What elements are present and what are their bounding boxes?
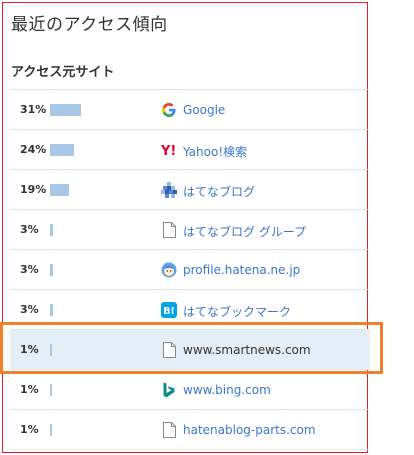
table-row: 3% profile.hatena.ne.jp — [10, 250, 370, 290]
percent-label: 24% — [20, 143, 47, 156]
table-row: 24% Y! Yahoo!検索 — [10, 130, 370, 170]
site-link[interactable]: はてなブックマーク — [183, 303, 291, 320]
percent-bar — [50, 264, 53, 276]
percent-label: 3% — [20, 223, 39, 236]
table-row: 1% hatenablog-parts.com — [10, 410, 370, 450]
table-row: 19% はてなブログ — [10, 170, 370, 210]
section-title: アクセス元サイト — [11, 65, 115, 80]
google-icon — [161, 102, 177, 118]
percent-bar — [50, 424, 52, 436]
percent-bar — [50, 224, 53, 236]
percent-label: 3% — [20, 303, 39, 316]
hatena-bookmark-icon: B! — [161, 302, 177, 318]
site-link[interactable]: Google — [183, 103, 225, 117]
site-link[interactable]: はてなブログ グループ — [183, 223, 306, 240]
hatena-blog-icon — [161, 182, 177, 198]
percent-bar — [50, 144, 74, 156]
access-trend-panel: 最近のアクセス傾向 アクセス元サイト 31% Google 24% Y! Yah… — [2, 2, 370, 453]
percent-label: 1% — [20, 383, 39, 396]
percent-bar — [50, 304, 53, 316]
referrer-table: 31% Google 24% Y! Yahoo!検索 19% はてなブログ 3%… — [10, 89, 370, 450]
profile-avatar-icon — [161, 262, 177, 278]
table-row: 31% Google — [10, 90, 370, 130]
panel-title: 最近のアクセス傾向 — [11, 15, 168, 35]
table-row: 1% www.bing.com — [10, 370, 370, 410]
percent-bar — [50, 184, 69, 196]
bing-icon — [161, 382, 177, 398]
site-link[interactable]: www.bing.com — [183, 383, 271, 397]
percent-label: 31% — [20, 103, 47, 116]
yahoo-icon: Y! — [161, 142, 177, 158]
site-link[interactable]: profile.hatena.ne.jp — [183, 263, 300, 277]
site-link[interactable]: hatenablog-parts.com — [183, 423, 316, 437]
highlight-frame — [0, 322, 383, 374]
table-row: 3% はてなブログ グループ — [10, 210, 370, 250]
percent-label: 19% — [20, 183, 47, 196]
document-icon — [161, 222, 177, 238]
percent-label: 3% — [20, 263, 39, 276]
document-icon — [161, 422, 177, 438]
site-link[interactable]: はてなブログ — [183, 183, 255, 200]
percent-bar — [50, 384, 52, 396]
site-link[interactable]: Yahoo!検索 — [183, 143, 247, 160]
svg-text:Y!: Y! — [161, 144, 176, 157]
svg-text:B!: B! — [163, 306, 175, 317]
percent-label: 1% — [20, 423, 39, 436]
percent-bar — [50, 104, 81, 116]
